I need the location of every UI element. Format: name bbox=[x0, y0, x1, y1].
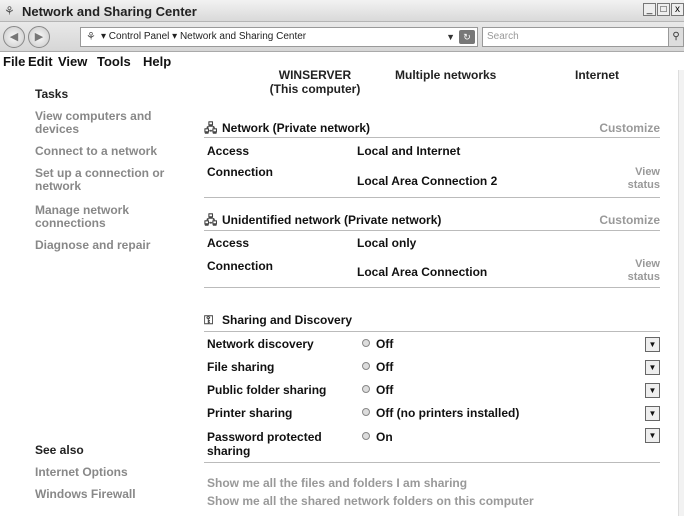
task-connect-network[interactable]: Connect to a network bbox=[35, 145, 185, 158]
divider bbox=[204, 230, 660, 231]
status-dot-icon bbox=[362, 385, 370, 393]
network-icon: ⚘ bbox=[4, 4, 15, 18]
see-also-windows-firewall[interactable]: Windows Firewall bbox=[35, 488, 185, 501]
status-dot-icon bbox=[362, 362, 370, 370]
vertical-scrollbar[interactable] bbox=[678, 70, 684, 516]
sharing-row-status: Off bbox=[362, 337, 393, 351]
window-title: Network and Sharing Center bbox=[22, 4, 197, 19]
network-1-view-status-link[interactable]: View status bbox=[620, 166, 660, 192]
status-dot-icon bbox=[362, 408, 370, 416]
menu-help[interactable]: Help bbox=[143, 54, 171, 69]
address-toolbar: ◀ ▶ ⚘ ▾ Control Panel ▾ Network and Shar… bbox=[0, 22, 684, 52]
expand-button[interactable]: ▼ bbox=[645, 428, 660, 443]
task-diagnose-repair[interactable]: Diagnose and repair bbox=[35, 239, 185, 252]
sharing-header: ⚿ Sharing and Discovery bbox=[204, 313, 352, 328]
network-2-connection-link[interactable]: Local Area Connection bbox=[357, 265, 487, 279]
show-shared-folders-link[interactable]: Show me all the shared network folders o… bbox=[207, 494, 534, 508]
sharing-row-label: Public folder sharing bbox=[207, 383, 327, 397]
task-pane: Tasks View computers and devices Connect… bbox=[0, 70, 190, 516]
sharing-row-status: Off bbox=[362, 360, 393, 374]
map-computer-name: WINSERVER bbox=[278, 68, 352, 82]
map-computer: WINSERVER (This computer) bbox=[260, 68, 370, 96]
network-2-access-value: Local only bbox=[357, 236, 417, 250]
minimize-button[interactable]: _ bbox=[643, 3, 656, 16]
network-1-connection-label: Connection bbox=[207, 165, 273, 179]
divider bbox=[204, 197, 660, 198]
network-icon: 🖧 bbox=[204, 213, 218, 227]
status-dot-icon bbox=[362, 432, 370, 440]
sharing-row-status: On bbox=[362, 430, 393, 444]
network-2-view-status-link[interactable]: View status bbox=[620, 258, 660, 284]
title-bar: ⚘ Network and Sharing Center _ □ x bbox=[0, 0, 684, 22]
control-panel-icon: ⚘ bbox=[86, 31, 96, 43]
forward-arrow-icon: ▶ bbox=[34, 31, 44, 43]
back-arrow-icon: ◀ bbox=[9, 31, 19, 43]
network-1-customize-link[interactable]: Customize bbox=[599, 121, 660, 135]
sharing-row-label: Password protected sharing bbox=[207, 430, 322, 458]
address-bar[interactable]: ⚘ ▾ Control Panel ▾ Network and Sharing … bbox=[80, 27, 478, 47]
network-1-connection-link[interactable]: Local Area Connection 2 bbox=[357, 174, 497, 188]
menu-view[interactable]: View bbox=[58, 54, 87, 69]
close-button[interactable]: x bbox=[671, 3, 684, 16]
sharing-row-label: File sharing bbox=[207, 360, 275, 374]
search-input[interactable]: Search bbox=[482, 27, 672, 47]
network-2-connection-label: Connection bbox=[207, 259, 273, 273]
sharing-row-label: Printer sharing bbox=[207, 406, 293, 420]
task-manage-connections[interactable]: Manage network connections bbox=[35, 204, 185, 230]
sharing-row-status: Off bbox=[362, 383, 393, 397]
main-content: WINSERVER (This computer) Multiple netwo… bbox=[200, 68, 670, 516]
forward-button[interactable]: ▶ bbox=[28, 26, 50, 48]
divider bbox=[204, 331, 660, 332]
task-setup-connection[interactable]: Set up a connection or network bbox=[35, 167, 185, 193]
map-multiple-networks: Multiple networks bbox=[395, 68, 497, 82]
see-also-heading: See also bbox=[35, 443, 84, 457]
sharing-icon: ⚿ bbox=[204, 313, 214, 327]
maximize-button[interactable]: □ bbox=[657, 3, 670, 16]
see-also-internet-options[interactable]: Internet Options bbox=[35, 466, 185, 479]
menu-edit[interactable]: Edit bbox=[28, 54, 53, 69]
tasks-heading: Tasks bbox=[35, 87, 69, 101]
expand-button[interactable]: ▼ bbox=[645, 406, 660, 421]
network-2-header: 🖧 Unidentified network (Private network) bbox=[204, 211, 441, 232]
sharing-row-status: Off (no printers installed) bbox=[362, 406, 519, 420]
divider bbox=[204, 462, 660, 463]
sharing-heading: Sharing and Discovery bbox=[222, 313, 353, 327]
network-1-access-value: Local and Internet bbox=[357, 144, 461, 158]
search-icon[interactable]: ⚲ bbox=[668, 27, 684, 47]
back-button[interactable]: ◀ bbox=[3, 26, 25, 48]
expand-button[interactable]: ▼ bbox=[645, 383, 660, 398]
sharing-row-label: Network discovery bbox=[207, 337, 314, 351]
network-1-name: Network (Private network) bbox=[222, 121, 371, 135]
refresh-icon[interactable]: ↻ bbox=[459, 30, 475, 44]
breadcrumb[interactable]: ▾ Control Panel ▾ Network and Sharing Ce… bbox=[101, 28, 306, 46]
map-internet: Internet bbox=[575, 68, 620, 82]
status-dot-icon bbox=[362, 339, 370, 347]
expand-button[interactable]: ▼ bbox=[645, 360, 660, 375]
map-computer-sub: (This computer) bbox=[269, 82, 361, 96]
network-1-access-label: Access bbox=[207, 144, 250, 158]
menu-tools[interactable]: Tools bbox=[97, 54, 131, 69]
expand-button[interactable]: ▼ bbox=[645, 337, 660, 352]
window-controls: _ □ x bbox=[643, 3, 684, 16]
address-dropdown-icon[interactable]: ▼ bbox=[446, 28, 455, 46]
divider bbox=[204, 137, 660, 138]
network-2-access-label: Access bbox=[207, 236, 250, 250]
network-2-customize-link[interactable]: Customize bbox=[599, 213, 660, 227]
show-shared-files-link[interactable]: Show me all the files and folders I am s… bbox=[207, 476, 467, 490]
network-2-name: Unidentified network (Private network) bbox=[222, 213, 442, 227]
task-view-computers[interactable]: View computers and devices bbox=[35, 110, 185, 136]
menu-file[interactable]: File bbox=[3, 54, 25, 69]
divider bbox=[204, 287, 660, 288]
